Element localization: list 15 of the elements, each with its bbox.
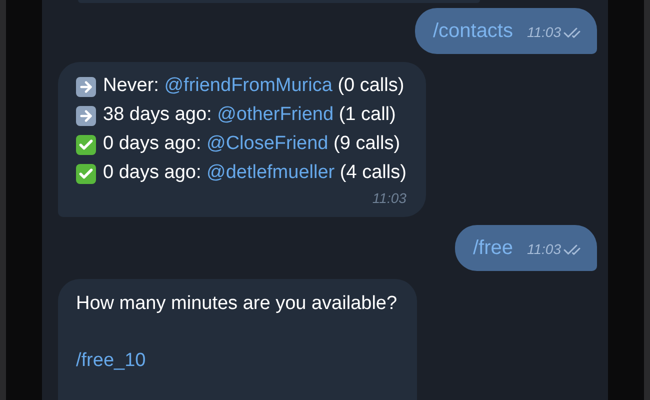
check-mark-icon — [76, 134, 96, 154]
username-link[interactable]: @CloseFriend — [206, 133, 328, 154]
message-time: 11:03 — [527, 23, 561, 42]
message-time: 11:03 — [527, 240, 561, 259]
message-text: 0 days ago: @CloseFriend (9 calls) — [103, 132, 400, 156]
message-text: 0 days ago: @detlefmueller (4 calls) — [103, 161, 406, 186]
username-link[interactable]: @friendFromMurica — [164, 75, 332, 96]
username-link[interactable]: @otherFriend — [217, 104, 334, 126]
username-link[interactable]: @detlefmueller — [206, 162, 335, 184]
command-link[interactable]: /free_10 — [76, 347, 146, 375]
message-text: 38 days ago: @otherFriend (1 call) — [103, 103, 396, 128]
message-text: How many minutes are you available? — [76, 292, 398, 316]
check-mark-icon — [76, 164, 96, 184]
message-time: 11:03 — [372, 189, 406, 208]
message-text: Never: @friendFromMurica (0 calls) — [103, 74, 404, 98]
